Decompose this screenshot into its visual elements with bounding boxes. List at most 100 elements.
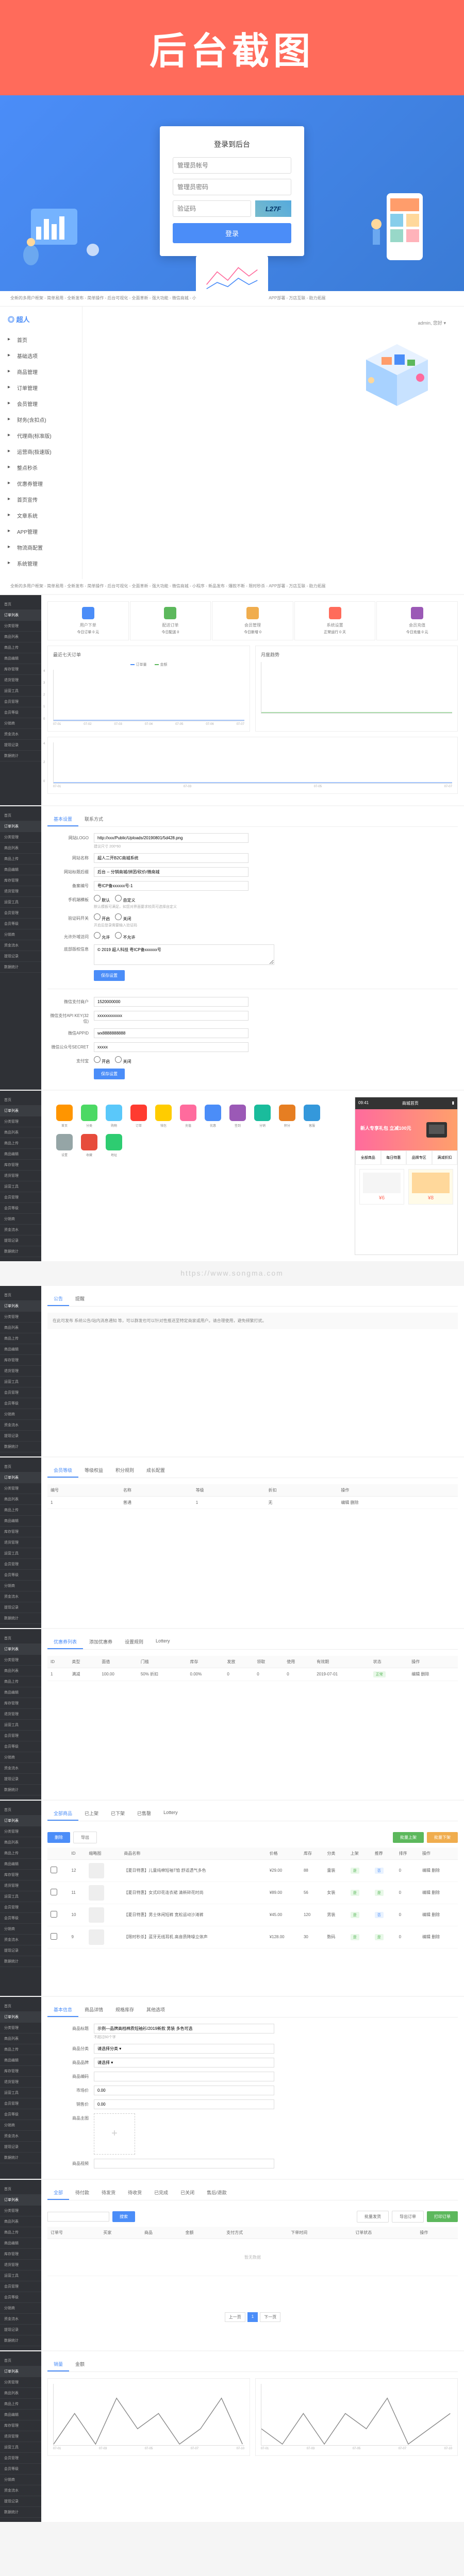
menu-item[interactable]: ▸首页宣传 [0, 492, 82, 507]
dark-menu-item[interactable]: 订单列表 [0, 821, 41, 832]
goods-delete-button[interactable]: 删除 [47, 1832, 70, 1843]
dark-menu-item[interactable]: 商品编辑 [0, 2410, 41, 2420]
dark-menu-item[interactable]: 会员等级 [0, 1741, 41, 1752]
form-input[interactable] [94, 853, 248, 863]
dark-menu-item[interactable]: 退货管理 [0, 2260, 41, 2270]
dark-menu-item[interactable]: 订单列表 [0, 2195, 41, 2206]
menu-item[interactable]: ▸商品管理 [0, 364, 82, 380]
dark-menu-item[interactable]: 分销商 [0, 2475, 41, 2485]
dark-menu-item[interactable]: 数据统计 [0, 1246, 41, 1257]
dark-menu-item[interactable]: 数据统计 [0, 2507, 41, 2518]
dark-menu-item[interactable]: 提现记录 [0, 2496, 41, 2507]
dark-menu-item[interactable]: 会员管理 [0, 908, 41, 919]
dark-menu-item[interactable]: 库存管理 [0, 2249, 41, 2260]
tab-notice[interactable]: 公告 [47, 1292, 69, 1306]
form-input[interactable] [94, 2086, 274, 2095]
dark-menu-item[interactable]: 库存管理 [0, 1870, 41, 1880]
form-input[interactable] [94, 881, 248, 891]
dark-menu-item[interactable]: 商品列表 [0, 2388, 41, 2399]
menu-item[interactable]: ▸文章系统 [0, 507, 82, 523]
tab[interactable]: 商品详情 [78, 2003, 109, 2017]
tab[interactable]: 已上架 [78, 1807, 105, 1821]
form-input[interactable] [94, 2058, 274, 2067]
dark-menu-item[interactable]: 商品列表 [0, 632, 41, 642]
row-checkbox[interactable] [51, 1911, 57, 1918]
goods-export-button[interactable]: 导出 [73, 1832, 97, 1843]
dark-menu-item[interactable]: 会员等级 [0, 1570, 41, 1581]
menu-item[interactable]: ▸物流商配置 [0, 539, 82, 555]
icon-item[interactable]: 分销 [253, 1105, 272, 1128]
dark-menu-item[interactable]: 分销商 [0, 1214, 41, 1225]
dark-menu-item[interactable]: 资金流水 [0, 729, 41, 740]
dark-menu-item[interactable]: 资金流水 [0, 1763, 41, 1774]
dark-menu-item[interactable]: 库存管理 [0, 664, 41, 675]
order-search-input[interactable] [47, 2212, 109, 2222]
menu-item[interactable]: ▸基础选项 [0, 348, 82, 364]
tab-sales[interactable]: 销量 [47, 2358, 69, 2371]
tab[interactable]: 售后/退款 [201, 2186, 233, 2200]
dark-menu-item[interactable]: 退货管理 [0, 2077, 41, 2088]
dark-menu-item[interactable]: 退货管理 [0, 2431, 41, 2442]
dark-menu-item[interactable]: 商品上传 [0, 2227, 41, 2238]
dark-menu-item[interactable]: 提现记录 [0, 2142, 41, 2153]
dark-menu-item[interactable]: 分销商 [0, 1581, 41, 1591]
dark-menu-item[interactable]: 会员管理 [0, 1559, 41, 1570]
username-input[interactable] [173, 157, 291, 174]
dark-menu-item[interactable]: 商品上传 [0, 2044, 41, 2055]
dark-menu-item[interactable]: 订单列表 [0, 1106, 41, 1116]
menu-item[interactable]: ▸优惠券管理 [0, 476, 82, 492]
phone-tab[interactable]: 每日特惠 [381, 1150, 407, 1165]
tab[interactable]: 已下架 [105, 1807, 131, 1821]
dark-menu-item[interactable]: 会员等级 [0, 2292, 41, 2303]
form-input[interactable] [94, 1042, 248, 1052]
dark-menu-item[interactable]: 提现记录 [0, 1431, 41, 1442]
dark-menu-item[interactable]: 首页 [0, 1462, 41, 1472]
dark-menu-item[interactable]: 会员管理 [0, 1387, 41, 1398]
dark-menu-item[interactable]: 运营工具 [0, 2442, 41, 2453]
dark-menu-item[interactable]: 运营工具 [0, 1548, 41, 1559]
dark-menu-item[interactable]: 商品编辑 [0, 2055, 41, 2066]
radio-option[interactable] [115, 895, 122, 902]
icon-item[interactable]: 优惠 [204, 1105, 222, 1128]
menu-item[interactable]: ▸财务(含扣点) [0, 412, 82, 428]
captcha-input[interactable] [173, 200, 251, 217]
dark-menu-item[interactable]: 会员等级 [0, 2109, 41, 2120]
dark-menu-item[interactable]: 数据统计 [0, 2153, 41, 2163]
dark-menu-item[interactable]: 会员等级 [0, 2464, 41, 2475]
dark-menu-item[interactable]: 商品编辑 [0, 653, 41, 664]
dark-menu-item[interactable]: 商品列表 [0, 1323, 41, 1333]
menu-item[interactable]: ▸整点秒杀 [0, 460, 82, 476]
radio-option[interactable] [94, 913, 101, 920]
tab[interactable]: 基本信息 [47, 2003, 78, 2017]
dark-menu-item[interactable]: 商品上传 [0, 1333, 41, 1344]
form-input[interactable] [94, 1011, 248, 1021]
radio-option[interactable] [115, 932, 122, 939]
stat-card[interactable]: 配送订单今日配送 0 [130, 601, 211, 640]
dark-menu-item[interactable]: 首页 [0, 2001, 41, 2012]
form-input[interactable] [94, 2072, 274, 2081]
dark-menu-item[interactable]: 分类管理 [0, 2206, 41, 2216]
menu-item[interactable]: ▸APP管理 [0, 523, 82, 539]
dark-menu-item[interactable]: 商品列表 [0, 1666, 41, 1676]
dark-menu-item[interactable]: 首页 [0, 2184, 41, 2195]
dark-menu-item[interactable]: 运营工具 [0, 897, 41, 908]
order-print[interactable]: 打印订单 [427, 2211, 458, 2222]
dark-menu-item[interactable]: 数据统计 [0, 1442, 41, 1452]
tab[interactable]: 已关闭 [174, 2186, 201, 2200]
dark-menu-item[interactable]: 会员管理 [0, 697, 41, 707]
dark-menu-item[interactable]: 商品列表 [0, 2216, 41, 2227]
form-input[interactable] [94, 2099, 274, 2109]
dark-menu-item[interactable]: 资金流水 [0, 2131, 41, 2142]
dark-menu-item[interactable]: 库存管理 [0, 1355, 41, 1366]
icon-item[interactable]: 充值 [179, 1105, 197, 1128]
dark-menu-item[interactable]: 分销商 [0, 1409, 41, 1420]
dark-menu-item[interactable]: 库存管理 [0, 1160, 41, 1171]
menu-item[interactable]: ▸会员管理 [0, 396, 82, 412]
dark-menu-item[interactable]: 退货管理 [0, 1171, 41, 1181]
dark-menu-item[interactable]: 会员等级 [0, 1203, 41, 1214]
tab[interactable]: 待收货 [122, 2186, 148, 2200]
tab[interactable]: 设置规则 [119, 1635, 150, 1649]
dark-menu-item[interactable]: 分销商 [0, 1752, 41, 1763]
dark-menu-item[interactable]: 首页 [0, 599, 41, 610]
icon-item[interactable]: 设置 [55, 1134, 74, 1157]
